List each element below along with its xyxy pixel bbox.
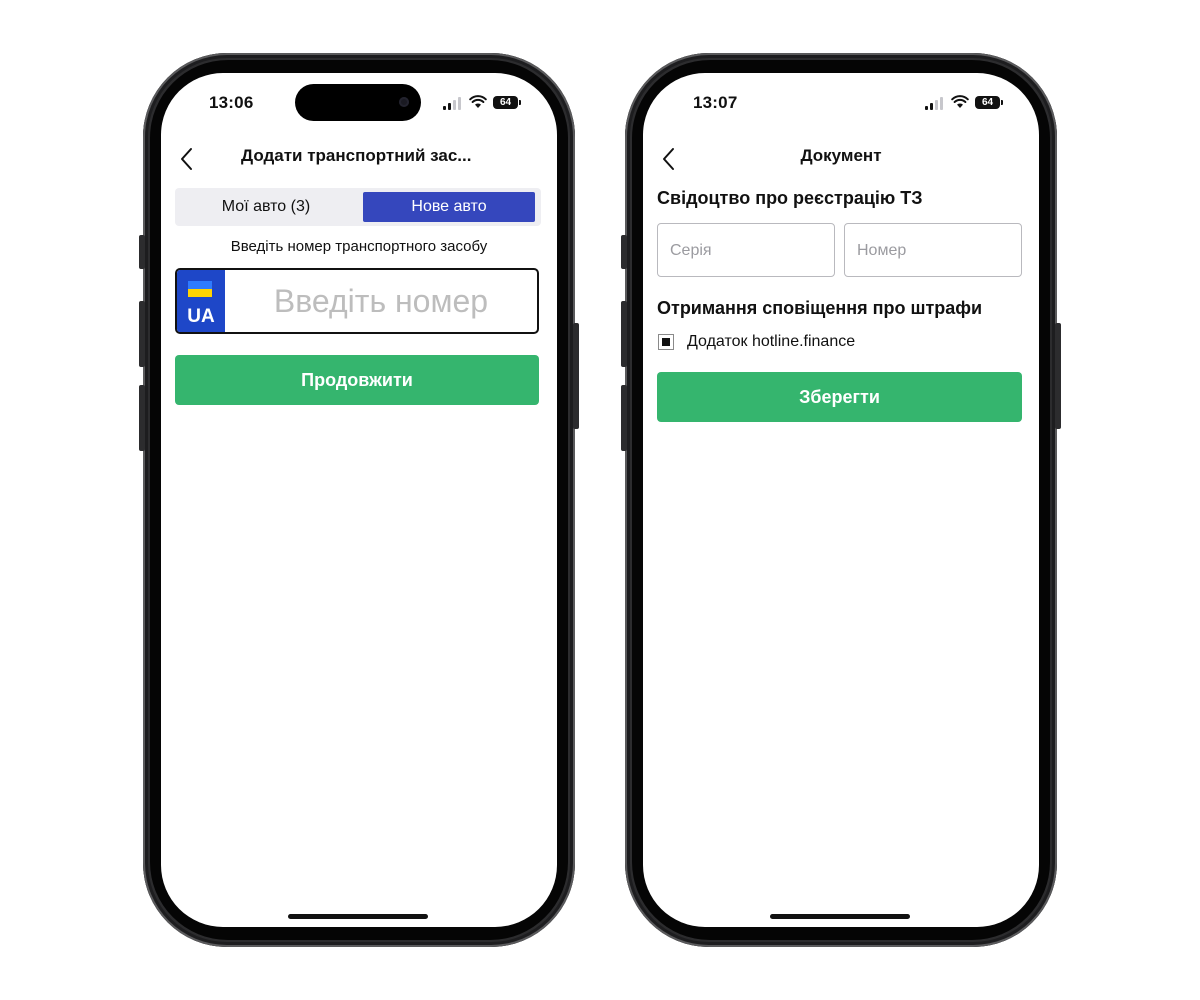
notifications-title: Отримання сповіщення про штрафи bbox=[657, 298, 983, 318]
power-button bbox=[573, 323, 579, 429]
action-button bbox=[139, 235, 145, 269]
signal-icon bbox=[443, 97, 463, 110]
volume-down-button bbox=[139, 385, 145, 451]
battery-icon: 64 bbox=[493, 96, 521, 109]
volume-down-button bbox=[621, 385, 627, 451]
dynamic-island bbox=[295, 84, 421, 121]
tab-new-car[interactable]: Нове авто bbox=[363, 192, 535, 222]
save-button[interactable]: Зберегти bbox=[657, 372, 1022, 422]
continue-button[interactable]: Продовжити bbox=[175, 355, 539, 405]
back-chevron-icon[interactable] bbox=[179, 147, 195, 171]
home-indicator[interactable] bbox=[770, 914, 910, 919]
wifi-icon bbox=[469, 95, 487, 108]
signal-icon bbox=[925, 97, 945, 110]
plate-hint: Введіть номер транспортного засобу bbox=[230, 238, 488, 255]
series-field[interactable]: Серія bbox=[657, 223, 835, 277]
checkbox-label[interactable]: Додаток hotline.finance bbox=[687, 333, 855, 351]
number-field[interactable]: Номер bbox=[844, 223, 1022, 277]
home-indicator[interactable] bbox=[288, 914, 428, 919]
registration-title: Свідоцтво про реєстрацію ТЗ bbox=[657, 188, 923, 208]
tab-my-cars[interactable]: Мої авто (3) bbox=[175, 192, 357, 222]
screen: 13:06 64 Додати транспортний зас... Мої … bbox=[161, 73, 557, 927]
power-button bbox=[1055, 323, 1061, 429]
ukraine-flag-icon bbox=[188, 281, 212, 297]
segmented-control: Мої авто (3) Нове авто bbox=[175, 188, 541, 226]
phone-right: 13:07 64 Документ Свідоцтво про реєстрац… bbox=[621, 53, 1061, 947]
camera-icon bbox=[399, 97, 409, 107]
page-title: Додати транспортний зас... bbox=[241, 146, 472, 165]
plate-country-code: UA bbox=[187, 306, 215, 327]
volume-up-button bbox=[139, 301, 145, 367]
wifi-icon bbox=[951, 95, 969, 108]
status-time: 13:06 bbox=[209, 93, 254, 112]
plate-country-badge: UA bbox=[177, 270, 225, 332]
status-time: 13:07 bbox=[693, 93, 738, 112]
status-bar: 13:07 64 bbox=[643, 73, 1039, 133]
plate-number-field[interactable]: Введіть номер bbox=[225, 270, 537, 332]
volume-up-button bbox=[621, 301, 627, 367]
screen: 13:07 64 Документ Свідоцтво про реєстрац… bbox=[643, 73, 1039, 927]
notification-checkbox[interactable] bbox=[658, 334, 674, 350]
battery-icon: 64 bbox=[975, 96, 1003, 109]
status-bar: 13:06 64 bbox=[161, 73, 557, 133]
action-button bbox=[621, 235, 627, 269]
page-title: Документ bbox=[800, 146, 882, 165]
license-plate-input[interactable]: UA Введіть номер bbox=[175, 268, 539, 334]
phone-left: 13:06 64 Додати транспортний зас... Мої … bbox=[139, 53, 579, 947]
